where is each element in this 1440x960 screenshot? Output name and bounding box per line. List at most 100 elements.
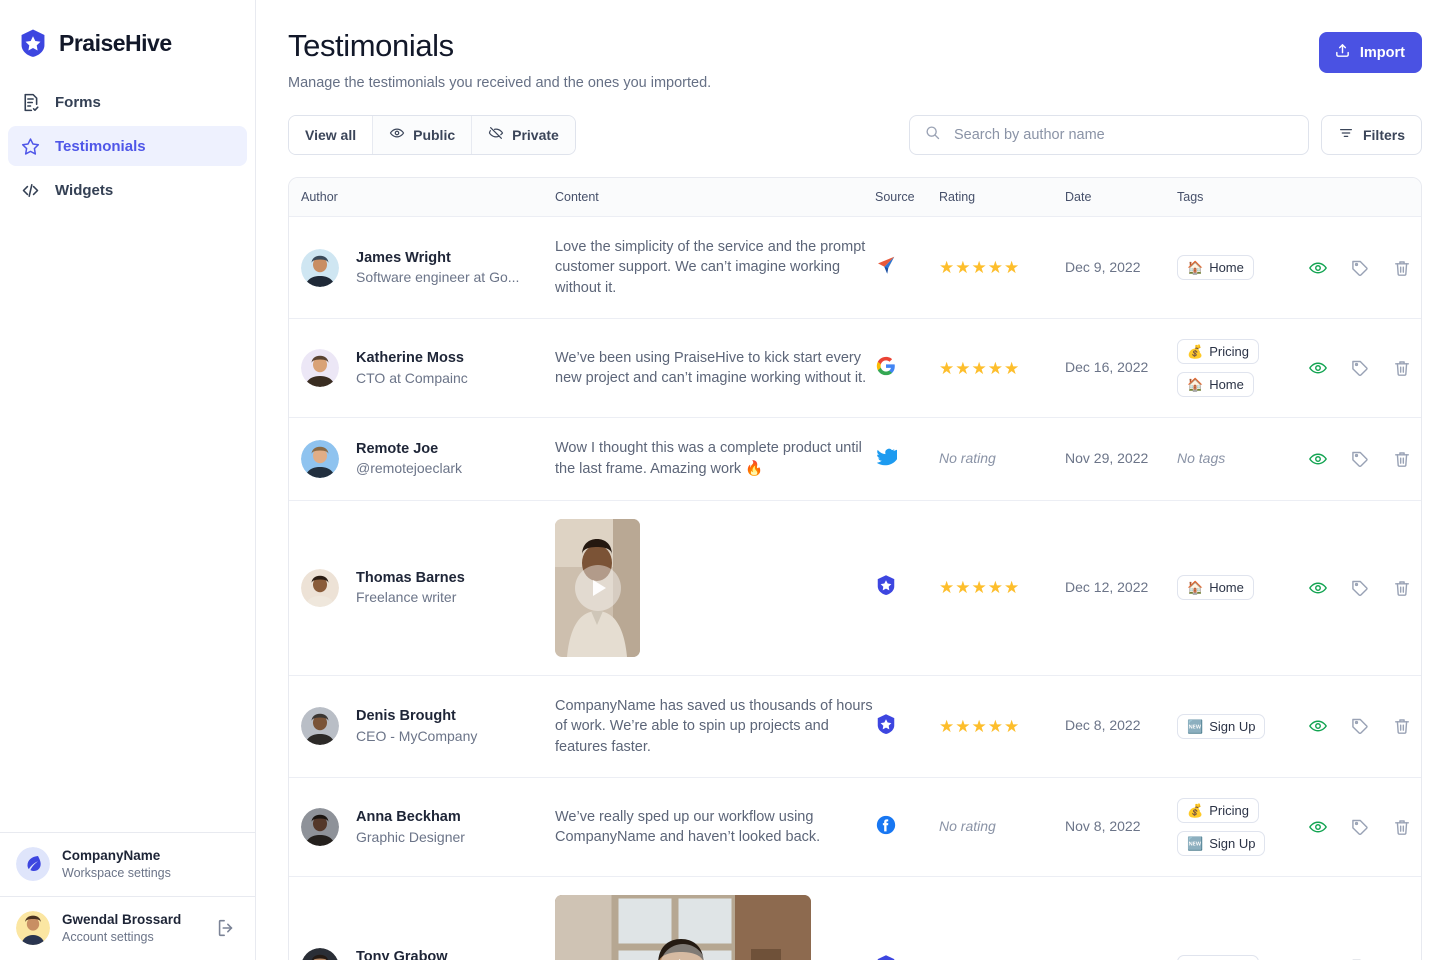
tag-emoji-icon: 🆕 (1187, 836, 1204, 852)
video-thumbnail[interactable] (555, 518, 640, 657)
date-cell: Dec 8, 2022 (1065, 717, 1177, 735)
video-thumbnail[interactable] (555, 895, 811, 960)
avatar (301, 248, 339, 287)
preview-icon[interactable] (1308, 817, 1328, 837)
tag-list: 🏠 Home (1177, 255, 1302, 280)
preview-icon[interactable] (1308, 358, 1328, 378)
rating-stars: ★★★★★ (939, 360, 1065, 377)
workspace-sub: Workspace settings (62, 866, 171, 881)
preview-icon[interactable] (1308, 258, 1328, 278)
tag-chip[interactable]: 🏠 Home (1177, 372, 1254, 398)
preview-icon[interactable] (1308, 716, 1328, 736)
twitter-icon (876, 448, 902, 466)
trash-icon[interactable] (1392, 817, 1412, 837)
sidebar-footer: CompanyName Workspace settings Gwendal B… (0, 831, 255, 960)
tag-chip[interactable]: 💰Pricing (1177, 339, 1259, 365)
tab-private[interactable]: Private (471, 115, 575, 154)
filters-button[interactable]: Filters (1320, 114, 1422, 155)
tag-icon[interactable] (1350, 358, 1370, 378)
rating-stars: ★★★★★ (939, 718, 1065, 735)
search-box[interactable] (908, 114, 1309, 155)
author-cell: Katherine Moss CTO at Compainc (289, 348, 555, 388)
avatar (301, 439, 339, 478)
source-cell (875, 254, 939, 281)
sidebar-nav: Forms Testimonials Widgets (0, 82, 255, 214)
trash-icon[interactable] (1392, 716, 1412, 736)
avatar-katherine-moss (301, 349, 339, 388)
table-row[interactable]: James Wright Software engineer at Go... … (289, 215, 1421, 319)
date-label: Dec 8, 2022 (1065, 717, 1141, 734)
preview-icon[interactable] (1308, 578, 1328, 598)
author-name: James Wright (356, 249, 451, 266)
date-cell: Dec 9, 2022 (1065, 259, 1177, 277)
avatar (301, 808, 339, 847)
author-name: Tony Grabow (356, 949, 448, 960)
sidebar-item-widgets[interactable]: Widgets (8, 170, 247, 210)
actions-cell (1302, 716, 1420, 736)
tags-cell: 🆕 Sign Up (1177, 713, 1302, 739)
tags-cell: 🏠 Home (1177, 575, 1302, 601)
tag-chip[interactable]: 💰Pricing (1177, 798, 1259, 824)
date-cell: Nov 8, 2022 (1065, 818, 1177, 836)
trash-icon[interactable] (1392, 449, 1412, 469)
tag-emoji-icon: 🏠 (1187, 260, 1204, 275)
tags-cell: No tags (1177, 450, 1302, 468)
trash-icon[interactable] (1392, 258, 1412, 278)
tab-public[interactable]: Public (372, 115, 472, 154)
date-label: Nov 29, 2022 (1065, 449, 1149, 466)
source-cell (875, 713, 939, 740)
account-settings-row[interactable]: Gwendal Brossard Account settings (0, 895, 255, 960)
date-label: Nov 8, 2022 (1065, 818, 1141, 835)
table-row[interactable]: Thomas Barnes Freelance writer ★ ★ ★ ★ ★ Dec… (289, 499, 1421, 675)
tag-chip[interactable]: 🏠 Home (1177, 255, 1254, 280)
sidebar-item-label: Widgets (55, 181, 114, 199)
table-row[interactable]: Anna Beckham Graphic Designer We’ve real… (289, 777, 1421, 876)
source-cell (875, 355, 939, 382)
filter-icon (1338, 125, 1354, 144)
trash-icon[interactable] (1392, 578, 1412, 598)
workspace-settings-row[interactable]: CompanyName Workspace settings (0, 831, 255, 896)
content-cell: We’ve really sped up our workflow using … (555, 807, 875, 848)
table-row[interactable]: Denis Brought CEO - MyCompany CompanyNam… (289, 674, 1421, 778)
avatar-thomas-barnes (301, 568, 339, 607)
preview-icon[interactable] (1308, 449, 1328, 469)
import-button[interactable]: Import (1318, 32, 1422, 73)
no-rating-label: No rating (939, 449, 996, 466)
author-name: Katherine Moss (356, 350, 464, 367)
author-role: Graphic Designer (356, 828, 465, 845)
tag-chip[interactable]: 💰Pricing (1177, 954, 1259, 960)
logout-icon[interactable] (215, 917, 237, 939)
testimonial-content: Love the simplicity of the service and t… (555, 238, 866, 296)
tag-chip[interactable]: 🆕 Sign Up (1177, 831, 1266, 857)
table-row[interactable]: Remote Joe @remotejoeclark Wow I thought… (289, 417, 1421, 499)
tag-list: 🏠 Home (1177, 575, 1302, 601)
rating-cell: ★★★★★ (939, 718, 1065, 735)
no-rating-label: No rating (939, 818, 996, 835)
tab-view-all[interactable]: View all (289, 115, 373, 154)
tag-icon[interactable] (1350, 817, 1370, 837)
brand[interactable]: PraiseHive (0, 0, 255, 58)
tag-chip[interactable]: 🆕 Sign Up (1177, 713, 1266, 739)
search-input[interactable] (951, 115, 1294, 154)
table-header: Author Content Source Rating Date Tags (289, 177, 1421, 216)
tag-chip[interactable]: 🏠 Home (1177, 575, 1254, 601)
rating-star: ★ (971, 716, 987, 736)
actions-cell (1302, 358, 1420, 378)
date-cell: Nov 29, 2022 (1065, 450, 1177, 468)
trash-icon[interactable] (1392, 358, 1412, 378)
tag-icon[interactable] (1350, 716, 1370, 736)
tag-icon[interactable] (1350, 449, 1370, 469)
tag-icon[interactable] (1350, 258, 1370, 278)
senja-icon (878, 256, 895, 274)
table-row[interactable]: Katherine Moss CTO at Compainc We’ve bee… (289, 318, 1421, 417)
play-icon[interactable] (574, 564, 621, 611)
tag-icon[interactable] (1350, 578, 1370, 598)
sidebar: PraiseHive Forms Testimonials Widgets Co… (0, 0, 256, 960)
tag-label: Pricing (1209, 344, 1249, 360)
source-cell (875, 445, 939, 472)
rating-star: ★ (1004, 578, 1020, 598)
sidebar-item-testimonials[interactable]: Testimonials (8, 126, 247, 166)
main-content: Testimonials Manage the testimonials you… (256, 0, 1440, 960)
sidebar-item-forms[interactable]: Forms (8, 82, 247, 122)
table-row[interactable]: Tony Grabow Software Engineer ★★★★★ Dec … (289, 876, 1421, 960)
